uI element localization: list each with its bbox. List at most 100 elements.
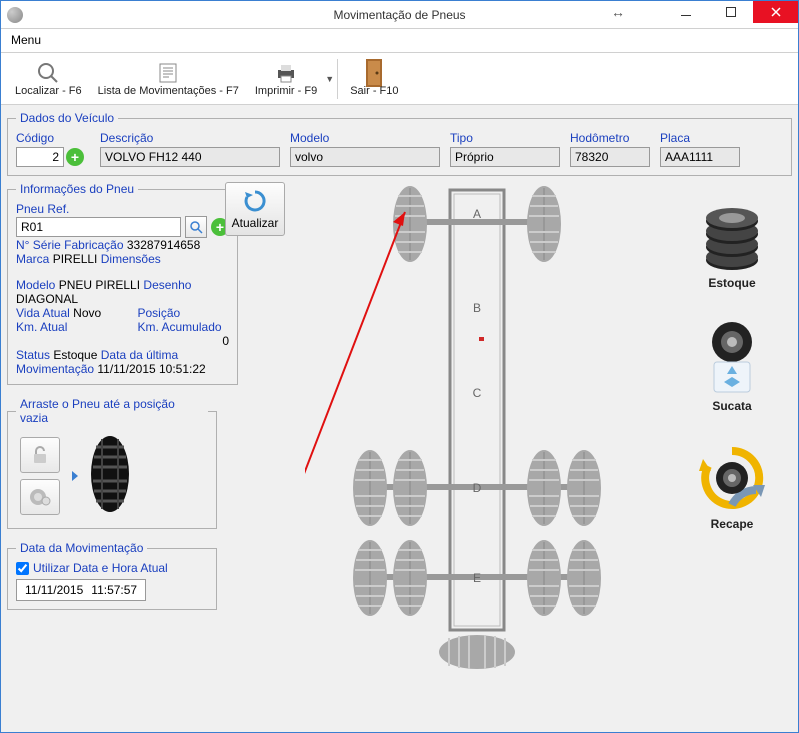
checkbox-data-atual[interactable]: Utilizar Data e Hora Atual: [16, 561, 208, 575]
label-descricao: Descrição: [100, 131, 280, 145]
tire-slot-d-outer-left[interactable]: [353, 450, 387, 526]
label-marca: Marca: [16, 252, 49, 266]
legend-dados-veiculo: Dados do Veículo: [16, 111, 118, 125]
close-button[interactable]: [753, 1, 798, 23]
label-modelo-pneu: Modelo: [16, 278, 55, 292]
fieldset-info-pneu: Informações do Pneu Pneu Ref. + N° Série…: [7, 182, 238, 385]
tire-remove-button[interactable]: [20, 479, 60, 515]
label-dimensoes: Dimensões: [101, 252, 161, 266]
pneu-ref-search-button[interactable]: [185, 216, 207, 238]
label-sucata: Sucata: [712, 399, 751, 413]
tire-small-icon: [29, 486, 51, 508]
legend-arraste-pneu: Arraste o Pneu até a posição vazia: [16, 397, 208, 425]
pneu-ref-input[interactable]: [16, 217, 181, 237]
label-hodometro: Hodômetro: [570, 131, 650, 145]
scrap-icon: [702, 320, 762, 395]
destination-sucata[interactable]: Sucata: [702, 320, 762, 413]
tire-slot-e-inner-left[interactable]: [393, 540, 427, 616]
toolbar-sair[interactable]: Sair - F10: [342, 59, 406, 99]
printer-icon: [274, 61, 298, 85]
value-marca: PIRELLI: [53, 252, 98, 266]
value-modelo-pneu: PNEU PIRELLI: [59, 278, 140, 292]
fieldset-dados-veiculo: Dados do Veículo Código + Descrição Mode…: [7, 111, 792, 176]
label-km-atual: Km. Atual: [16, 320, 67, 334]
search-icon: [189, 220, 203, 234]
value-desenho: DIAGONAL: [16, 292, 78, 306]
draggable-tire[interactable]: [90, 435, 130, 516]
add-codigo-button[interactable]: +: [66, 148, 84, 166]
axle-label-a: A: [473, 207, 481, 221]
date-time-display[interactable]: 11/11/2015 11:57:57: [16, 579, 146, 601]
value-km-acum: 0: [138, 334, 230, 348]
date-value: 11/11/2015: [25, 583, 83, 597]
label-serie: N° Série Fabricação: [16, 238, 124, 252]
value-status: Estoque: [53, 348, 97, 362]
label-posicao: Posição: [138, 306, 181, 320]
axle-label-b: B: [473, 301, 481, 315]
label-tipo: Tipo: [450, 131, 560, 145]
modelo-veiculo-field: [290, 147, 440, 167]
tire-slot-e-inner-right[interactable]: [527, 540, 561, 616]
toolbar-localizar[interactable]: Localizar - F6: [7, 59, 90, 99]
door-icon: [362, 61, 386, 85]
lock-half-button[interactable]: [20, 437, 60, 473]
toolbar-lista-movimentacoes[interactable]: Lista de Movimentações - F7: [90, 59, 247, 99]
lock-icon: [29, 444, 51, 466]
drag-handle-icon[interactable]: ↔: [603, 1, 633, 23]
toolbar-imprimir[interactable]: Imprimir - F9: [247, 59, 325, 99]
hodometro-field: [570, 147, 650, 167]
tire-slot-e-outer-right[interactable]: [567, 540, 601, 616]
value-ultima-mov: 11/11/2015 10:51:22: [97, 362, 205, 376]
checkbox-data-atual-input[interactable]: [16, 562, 29, 575]
label-codigo: Código: [16, 131, 90, 145]
tire-stack-icon: [702, 202, 762, 272]
destination-estoque[interactable]: Estoque: [702, 202, 762, 290]
descricao-field: [100, 147, 280, 167]
label-pneu-ref: Pneu Ref.: [16, 202, 69, 216]
time-value: 11:57:57: [91, 583, 137, 597]
titlebar: Movimentação de Pneus ↔: [1, 1, 798, 29]
codigo-input[interactable]: [16, 147, 64, 167]
value-dimensoes: [16, 266, 229, 278]
label-recape: Recape: [711, 517, 754, 531]
recap-icon: [697, 443, 767, 513]
value-vida-atual: Novo: [73, 306, 101, 320]
refresh-icon: [242, 188, 268, 214]
menu-item-menu[interactable]: Menu: [11, 33, 41, 47]
toolbar-separator: [337, 59, 338, 99]
axle-label-c: C: [473, 386, 482, 400]
label-placa: Placa: [660, 131, 740, 145]
legend-data-mov: Data da Movimentação: [16, 541, 147, 555]
label-estoque: Estoque: [708, 276, 755, 290]
window-title: Movimentação de Pneus: [333, 8, 465, 22]
placa-field: [660, 147, 740, 167]
toolbar-imprimir-dropdown[interactable]: ▼: [325, 59, 333, 99]
label-vida-atual: Vida Atual: [16, 306, 70, 320]
tire-slot-spare[interactable]: [439, 635, 515, 669]
axle-label-e: E: [473, 571, 481, 585]
destination-recape[interactable]: Recape: [697, 443, 767, 531]
list-icon: [156, 61, 180, 85]
tipo-field: [450, 147, 560, 167]
search-icon: [36, 61, 60, 85]
minimize-button[interactable]: [663, 1, 708, 23]
menubar: Menu: [1, 29, 798, 53]
maximize-button[interactable]: [708, 1, 753, 23]
tire-slot-d-inner-right[interactable]: [527, 450, 561, 526]
triangle-right-icon: [72, 471, 78, 481]
label-modelo-veiculo: Modelo: [290, 131, 440, 145]
legend-info-pneu: Informações do Pneu: [16, 182, 138, 196]
tire-slot-d-outer-right[interactable]: [567, 450, 601, 526]
value-serie: 33287914658: [127, 238, 200, 252]
axle-label-d: D: [473, 481, 482, 495]
app-icon: [7, 7, 23, 23]
label-status: Status: [16, 348, 50, 362]
atualizar-button[interactable]: Atualizar: [225, 182, 285, 236]
fieldset-data-movimentacao: Data da Movimentação Utilizar Data e Hor…: [7, 541, 217, 610]
drag-arrow: [305, 212, 405, 562]
tire-slot-e-outer-left[interactable]: [353, 540, 387, 616]
toolbar: Localizar - F6 Lista de Movimentações - …: [1, 53, 798, 105]
vehicle-diagram: A B C D E: [305, 182, 645, 672]
tire-slot-front-right[interactable]: [527, 186, 561, 262]
tire-slot-d-inner-left[interactable]: [393, 450, 427, 526]
